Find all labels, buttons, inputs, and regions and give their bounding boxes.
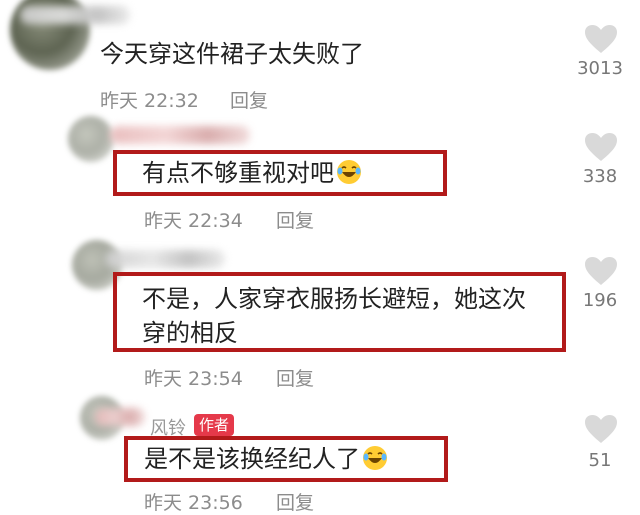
timestamp: 昨天 22:32	[100, 90, 199, 112]
comment-text-line-2: 穿的相反	[142, 319, 238, 347]
comment-text-body: 有点不够重视对吧	[142, 159, 334, 187]
reply-button[interactable]: 回复	[230, 86, 268, 113]
laughing-crying-emoji-icon	[337, 160, 361, 184]
like-icon[interactable]	[584, 24, 618, 54]
like-count: 338	[582, 166, 618, 187]
comment-text-line-1: 不是，人家穿衣服扬长避短，她这次	[142, 285, 526, 313]
laughing-crying-emoji-icon	[363, 446, 387, 470]
like-count: 3013	[577, 58, 623, 79]
like-icon[interactable]	[584, 414, 618, 444]
author-badge: 作者	[194, 414, 235, 436]
username-blurred[interactable]	[110, 126, 250, 144]
like-count: 51	[588, 450, 612, 471]
comment-text: 今天穿这件裙子太失败了	[100, 40, 364, 68]
username-blurred[interactable]	[105, 250, 225, 268]
like-count: 196	[582, 290, 618, 311]
like-icon[interactable]	[584, 256, 618, 286]
username-blurred[interactable]	[95, 408, 145, 426]
comment-text: 是不是该换经纪人了	[144, 442, 388, 476]
like-icon[interactable]	[584, 132, 618, 162]
avatar[interactable]	[68, 116, 114, 162]
timestamp: 昨天 23:56	[144, 492, 243, 514]
reply-button[interactable]: 回复	[276, 364, 314, 391]
timestamp: 昨天 23:54	[144, 368, 243, 390]
timestamp: 昨天 22:34	[144, 210, 243, 232]
username-blurred[interactable]	[20, 6, 130, 24]
reply-button[interactable]: 回复	[276, 206, 314, 233]
reply-button[interactable]: 回复	[276, 488, 314, 515]
comment-text: 有点不够重视对吧	[142, 156, 362, 190]
comment-text-body: 是不是该换经纪人了	[144, 445, 360, 473]
